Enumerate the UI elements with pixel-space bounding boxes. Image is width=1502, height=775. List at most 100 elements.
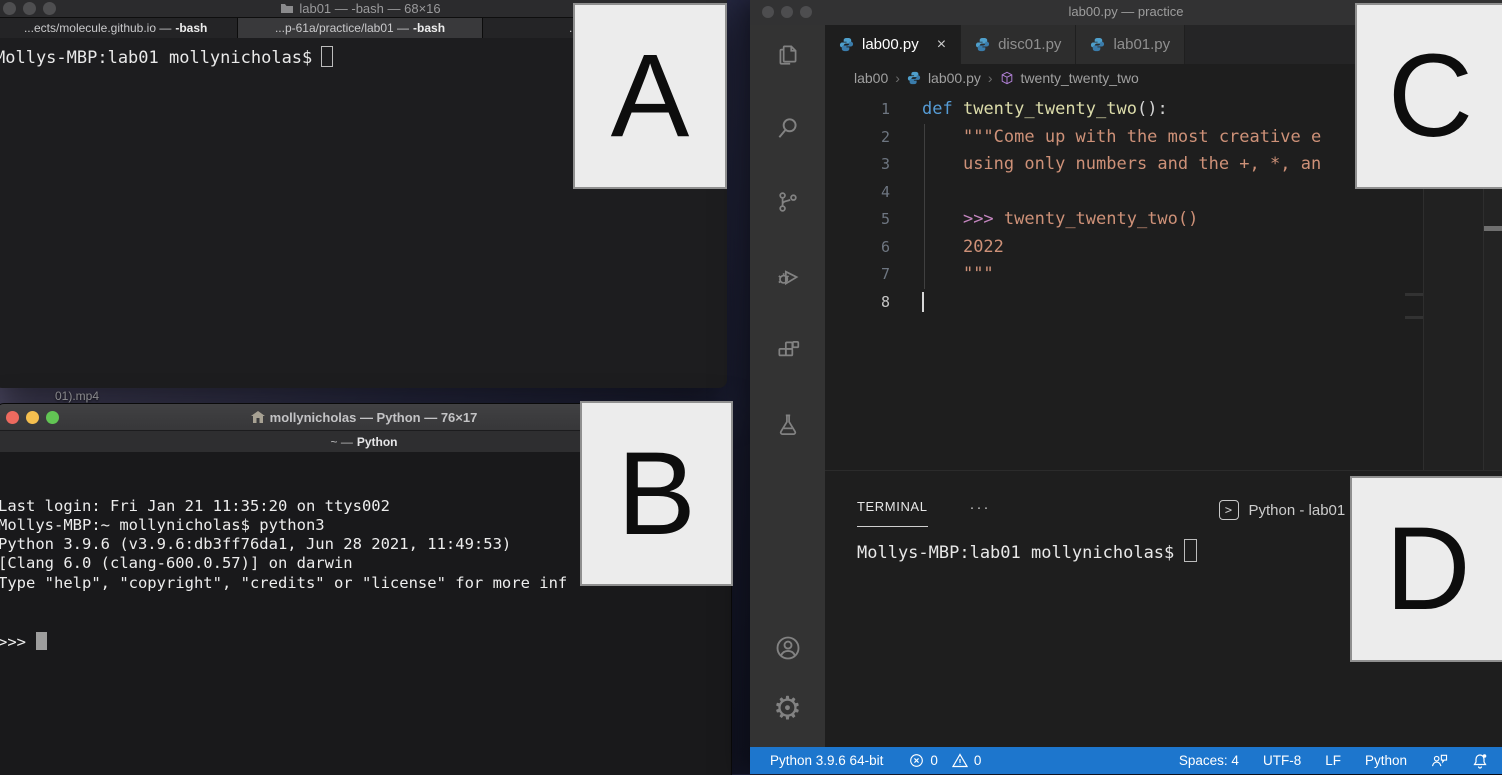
code-token: def (922, 99, 953, 119)
line-number: 6 (825, 234, 890, 262)
feedback-icon[interactable] (1431, 753, 1448, 768)
code-token: using only numbers and the +, *, an (963, 154, 1321, 174)
integrated-terminal[interactable]: Mollys-MBP:lab01 mollynicholas$ (857, 539, 1197, 563)
home-icon (251, 411, 265, 423)
overlay-label-d: D (1350, 476, 1502, 662)
breadcrumb-symbol[interactable]: twenty_twenty_two (1021, 70, 1139, 86)
chevron-right-icon: › (988, 70, 993, 86)
code-token (922, 209, 963, 229)
overlay-label-a: A (573, 3, 727, 189)
error-icon (909, 753, 924, 768)
editor-tab[interactable]: lab01.py (1076, 25, 1185, 64)
code-token: """ (963, 264, 994, 284)
tab-path: ...ects/molecule.github.io — (24, 21, 171, 35)
folder-icon (280, 3, 294, 14)
shell-prompt: Mollys-MBP:lab01 mollynicholas$ (0, 48, 312, 68)
editor-tab[interactable]: lab00.py × (825, 25, 961, 64)
code-line[interactable]: 6 2022 (825, 234, 1502, 262)
breadcrumb-file[interactable]: lab00.py (928, 70, 981, 86)
symbol-cube-icon (1000, 71, 1014, 85)
shell-prompt: Mollys-MBP:lab01 mollynicholas$ (857, 543, 1174, 563)
terminal-tab[interactable]: ...p-61a/practice/lab01 — -bash (238, 18, 482, 38)
close-icon[interactable]: × (937, 36, 946, 54)
source-control-icon[interactable] (773, 187, 803, 217)
desktop-file-label: 01).mp4 (55, 389, 99, 403)
code-text: def twenty_twenty_two(): (890, 96, 1168, 124)
editor-caret (922, 292, 924, 312)
line-number: 8 (825, 289, 890, 317)
line-number: 1 (825, 96, 890, 124)
status-bar: Python 3.9.6 64-bit 0 0 Spaces: 4 UTF-8 … (750, 747, 1502, 774)
line-number: 3 (825, 151, 890, 179)
breadcrumb-folder[interactable]: lab00 (854, 70, 888, 86)
activity-bar: ⚙ (750, 25, 825, 747)
code-text (890, 289, 924, 317)
overlay-label-c: C (1355, 3, 1502, 189)
eol-status[interactable]: LF (1325, 753, 1341, 768)
extensions-icon[interactable] (773, 335, 803, 365)
code-text: """Come up with the most creative e (890, 124, 1321, 152)
code-token: twenty_twenty_two() (1004, 209, 1198, 229)
terminal-cursor (1184, 539, 1197, 562)
code-text: using only numbers and the +, *, an (890, 151, 1321, 179)
terminal-cursor (321, 46, 333, 67)
code-token (922, 154, 963, 174)
indentation-status[interactable]: Spaces: 4 (1179, 753, 1239, 768)
code-token (922, 264, 963, 284)
python-interpreter-status[interactable]: Python 3.9.6 64-bit (770, 753, 883, 768)
settings-gear-icon[interactable]: ⚙ (773, 693, 803, 723)
python-icon (907, 71, 921, 85)
terminal-cursor (36, 632, 47, 650)
code-token: >>> (963, 209, 1004, 229)
code-line[interactable]: 5 >>> twenty_twenty_two() (825, 206, 1502, 234)
line-number: 7 (825, 261, 890, 289)
code-text: 2022 (890, 234, 1004, 262)
code-text: """ (890, 261, 994, 289)
code-token (922, 237, 963, 257)
python-icon (1090, 37, 1105, 52)
code-text: >>> twenty_twenty_two() (890, 206, 1198, 234)
line-number: 4 (825, 179, 890, 207)
run-debug-icon[interactable] (773, 261, 803, 291)
minimap-mark (1405, 316, 1423, 319)
search-icon[interactable] (773, 113, 803, 143)
repl-prompt-line: >>> (0, 632, 731, 652)
line-number: 5 (825, 206, 890, 234)
code-token (953, 99, 963, 119)
minimap-mark (1405, 293, 1423, 296)
tab-label: lab00.py (862, 36, 919, 53)
tab-process: -bash (175, 21, 207, 35)
code-text (890, 179, 922, 207)
encoding-status[interactable]: UTF-8 (1263, 753, 1301, 768)
line-number: 2 (825, 124, 890, 152)
code-token: (): (1137, 99, 1168, 119)
terminal-dropdown[interactable]: Python - lab01 (1249, 502, 1346, 519)
tab-label: lab01.py (1113, 36, 1170, 53)
code-token: """Come up with the most creative e (963, 127, 1321, 147)
language-mode-status[interactable]: Python (1365, 753, 1407, 768)
scrollbar-thumb[interactable] (1484, 226, 1502, 231)
account-icon[interactable] (773, 633, 803, 663)
terminal-process-icon: > (1219, 500, 1239, 520)
code-token: twenty_twenty_two (963, 99, 1137, 119)
terminal-tab[interactable]: ...ects/molecule.github.io — -bash (0, 18, 238, 38)
tab-label: disc01.py (998, 36, 1061, 53)
python-icon (975, 37, 990, 52)
tab-path: ...p-61a/practice/lab01 — (275, 21, 409, 35)
python-icon (839, 37, 854, 52)
code-line[interactable]: 8 (825, 289, 1502, 317)
more-actions-icon[interactable]: ··· (970, 499, 991, 516)
overlay-label-b: B (580, 401, 733, 586)
tab-terminal[interactable]: TERMINAL (857, 499, 928, 527)
code-token: 2022 (963, 237, 1004, 257)
explorer-icon[interactable] (773, 39, 803, 69)
tab-process: -bash (413, 21, 445, 35)
chevron-right-icon: › (895, 70, 900, 86)
warning-icon (952, 753, 968, 768)
notifications-bell-icon[interactable] (1472, 753, 1488, 769)
editor-tab[interactable]: disc01.py (961, 25, 1076, 64)
indent-guide (924, 124, 925, 289)
problems-status[interactable]: 0 0 (909, 753, 981, 768)
testing-icon[interactable] (773, 409, 803, 439)
code-line[interactable]: 7 """ (825, 261, 1502, 289)
